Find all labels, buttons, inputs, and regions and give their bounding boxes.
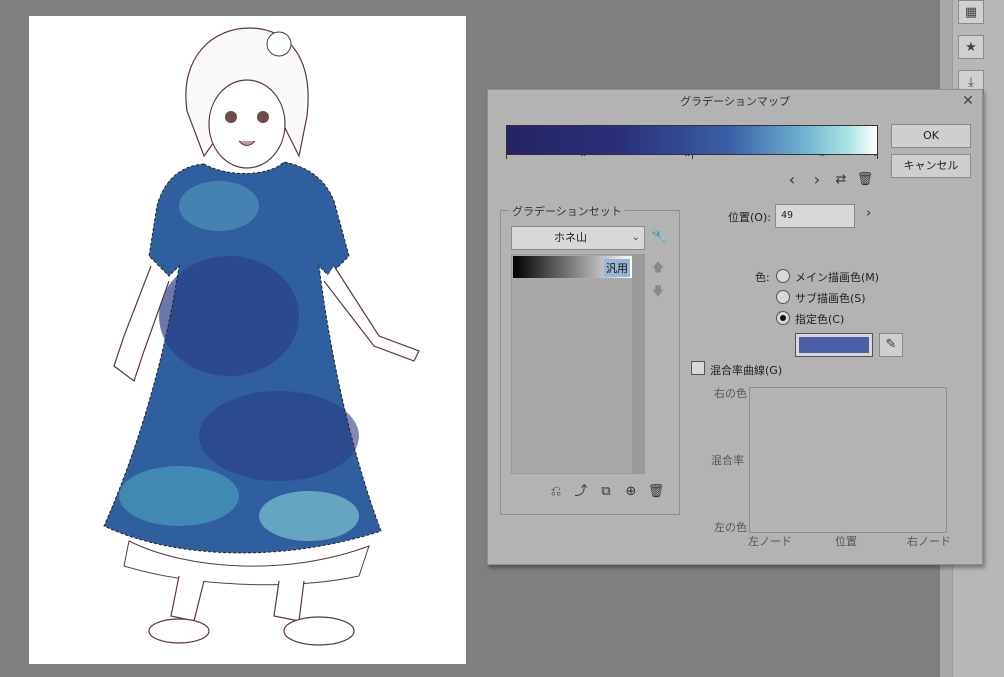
gradient-item-label: 汎用 [604,259,630,277]
gradient-set-value: ホネ山 [554,231,587,244]
gradient-tick [692,155,693,159]
radio-main-color[interactable] [776,269,790,283]
gradient-node[interactable]: ⌃ [818,154,826,164]
gradient-node-strip[interactable]: ⌃ ⌃ ⌃ ⌃ [506,154,880,164]
delete-gradient-icon[interactable]: 🗑 [647,483,665,501]
gradient-node[interactable]: ⌃ [872,154,880,164]
add-gradient-icon[interactable]: ⊕ [622,483,640,501]
trash-icon[interactable]: 🗑 [856,170,874,190]
gradient-set-title: グラデーションセット [509,203,625,219]
flip-icon[interactable]: ⇄ [832,170,850,190]
gradient-list[interactable]: 汎用 [511,254,645,474]
radio-custom-color[interactable] [776,311,790,325]
wrench-icon[interactable]: 🔧 [651,228,669,246]
curve-left-color-label: 左の色 [714,521,747,534]
position-input[interactable]: 49 [775,204,855,228]
arrow-down-icon[interactable]: 🡇 [651,283,665,299]
color-label: 色: [755,271,770,284]
curve-blend-rate-label: 混合率 [711,454,744,467]
gradient-tick [506,155,507,159]
gradient-bar[interactable] [506,125,878,155]
eyedropper-icon[interactable]: ✎ [879,333,903,357]
curve-right-color-label: 右の色 [714,387,747,400]
chevron-down-icon: ⌄ [631,232,640,243]
duplicate-icon[interactable]: ⧉ [597,483,615,501]
curve-position-label: 位置 [835,535,857,548]
canvas-paper[interactable] [29,16,466,664]
blend-curve-graph[interactable] [749,387,947,533]
chevron-right-icon[interactable]: › [808,170,826,190]
curve-left-node-label: 左ノード [748,535,792,548]
position-label: 位置(O): [728,211,771,224]
gradient-node[interactable]: ⌃ [579,154,587,164]
curve-right-node-label: 右ノード [907,535,951,548]
radio-main-label: メイン描画色(M) [795,271,880,284]
chevron-left-icon[interactable]: ‹ [783,170,801,190]
color-swatch[interactable] [795,333,873,357]
radio-sub-label: サブ描画色(S) [795,292,866,305]
export-icon[interactable]: ⤴ [572,483,590,501]
gradient-node-selected[interactable]: ⌃ [683,154,691,164]
blend-curve-checkbox[interactable] [691,361,705,375]
import-icon[interactable]: ⎌ [547,483,565,501]
radio-sub-color[interactable] [776,290,790,304]
ok-button[interactable]: OK [891,124,971,148]
grid-icon[interactable]: ▦ [958,0,984,24]
close-icon[interactable]: ✕ [960,93,976,109]
gradient-set-group: グラデーションセット ホネ山 ⌄ 🔧 汎用 🡅 🡇 ⎌ ⤴ ⧉ ⊕ 🗑 [500,203,680,515]
gradient-list-item[interactable]: 汎用 [513,256,632,278]
color-swatch-fill [799,337,869,353]
illustration-image [103,27,420,646]
gradient-list-scrollbar[interactable] [632,255,644,473]
radio-custom-label: 指定色(C) [795,313,845,326]
gradient-set-select[interactable]: ホネ山 ⌄ [511,226,645,250]
chevron-right-icon[interactable]: › [866,206,871,221]
cancel-button[interactable]: キャンセル [891,154,971,178]
gradient-map-dialog: グラデーションマップ ✕ ⌃ ⌃ ⌃ ⌃ OK キャンセル ‹ › ⇄ 🗑 グラ… [487,89,983,565]
arrow-up-icon[interactable]: 🡅 [651,259,665,275]
blend-curve-label: 混合率曲線(G) [710,364,783,377]
dialog-title: グラデーションマップ [680,95,790,108]
star-folder-icon[interactable]: ★ [958,35,984,59]
